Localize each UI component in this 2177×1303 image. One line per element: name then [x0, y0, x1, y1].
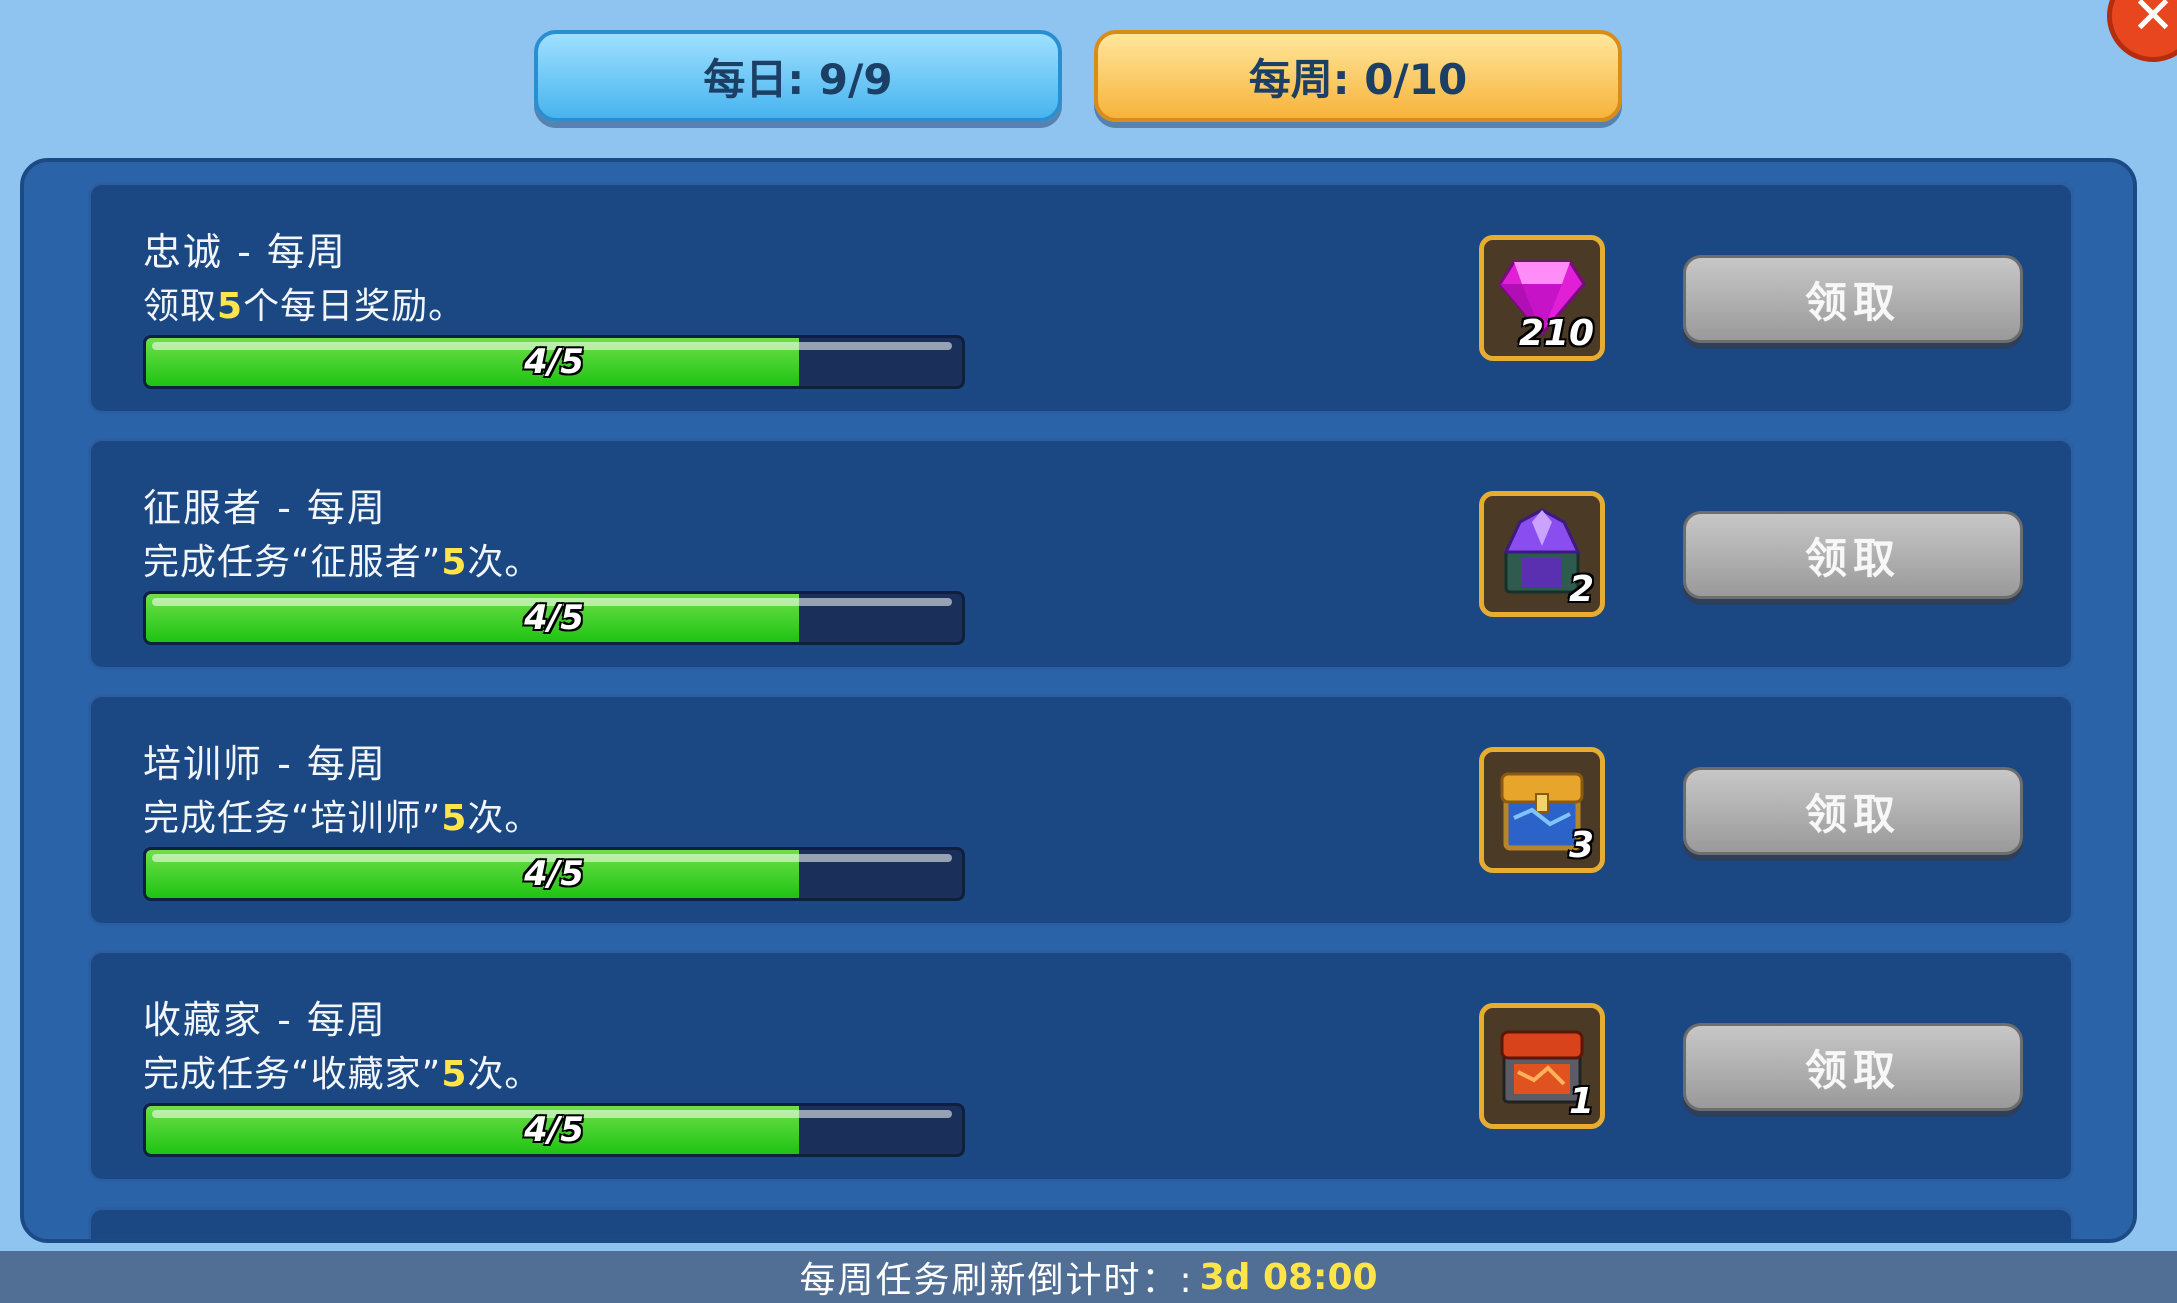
desc-text: 领取	[143, 286, 218, 327]
close-button[interactable]: ✕	[2107, 0, 2177, 62]
quest-title: 收藏家 - 每周	[143, 998, 387, 1042]
progress-text: 4/5	[524, 854, 584, 894]
tab-daily[interactable]: 每日: 9/9	[534, 30, 1062, 122]
desc-number: 5	[441, 1054, 468, 1095]
quest-card-partial	[88, 1207, 2074, 1239]
quest-card-loyalty: 忠诚 - 每周 领取5个每日奖励。 4/5 210 领取	[88, 182, 2074, 414]
desc-text: 完成任务“收藏家”	[143, 1054, 442, 1095]
quest-panel: 忠诚 - 每周 领取5个每日奖励。 4/5 210 领取 征服者 - 每周 完成…	[20, 158, 2137, 1243]
progress-bar: 4/5	[143, 1103, 965, 1157]
quest-description: 完成任务“培训师”5次。	[143, 789, 541, 841]
claim-button[interactable]: 领取	[1683, 767, 2023, 855]
desc-text-end: 次。	[467, 798, 542, 839]
progress-text: 4/5	[524, 598, 584, 638]
close-icon: ✕	[2131, 0, 2175, 46]
claim-button[interactable]: 领取	[1683, 255, 2023, 343]
desc-text: 完成任务“培训师”	[143, 798, 442, 839]
reward-count: 1	[1568, 1081, 1594, 1122]
claim-button[interactable]: 领取	[1683, 1023, 2023, 1111]
claim-button[interactable]: 领取	[1683, 511, 2023, 599]
quest-title: 忠诚 - 每周	[143, 230, 347, 274]
reward-count: 2	[1568, 569, 1594, 610]
progress-bar: 4/5	[143, 591, 965, 645]
desc-number: 5	[217, 286, 244, 327]
countdown-label: 每周任务刷新倒计时：:	[799, 1260, 1194, 1301]
quest-title: 征服者 - 每周	[143, 486, 387, 530]
reward-slot[interactable]: 1	[1479, 1003, 1605, 1129]
quest-card-conqueror: 征服者 - 每周 完成任务“征服者”5次。 4/5 2 领取	[88, 438, 2074, 670]
quest-title: 培训师 - 每周	[143, 742, 387, 786]
reward-slot[interactable]: 3	[1479, 747, 1605, 873]
quest-card-collector: 收藏家 - 每周 完成任务“收藏家”5次。 4/5 1 领取	[88, 950, 2074, 1182]
refresh-countdown: 每周任务刷新倒计时：: 3d 08:00	[0, 1251, 2177, 1303]
reward-count: 210	[1518, 313, 1594, 354]
quest-description: 领取5个每日奖励。	[143, 277, 465, 329]
desc-text-end: 次。	[467, 542, 542, 583]
quest-description: 完成任务“征服者”5次。	[143, 533, 541, 585]
desc-number: 5	[441, 542, 468, 583]
countdown-timer: 3d 08:00	[1199, 1256, 1378, 1298]
quest-card-trainer: 培训师 - 每周 完成任务“培训师”5次。 4/5 3 领取	[88, 694, 2074, 926]
desc-text: 完成任务“征服者”	[143, 542, 442, 583]
reward-slot[interactable]: 210	[1479, 235, 1605, 361]
reward-slot[interactable]: 2	[1479, 491, 1605, 617]
desc-text-end: 次。	[467, 1054, 542, 1095]
progress-text: 4/5	[524, 1110, 584, 1150]
progress-bar: 4/5	[143, 335, 965, 389]
progress-bar: 4/5	[143, 847, 965, 901]
reward-count: 3	[1568, 825, 1594, 866]
desc-number: 5	[441, 798, 468, 839]
progress-text: 4/5	[524, 342, 584, 382]
quest-description: 完成任务“收藏家”5次。	[143, 1045, 541, 1097]
tab-weekly[interactable]: 每周: 0/10	[1094, 30, 1622, 122]
desc-text-end: 个每日奖励。	[243, 286, 466, 327]
